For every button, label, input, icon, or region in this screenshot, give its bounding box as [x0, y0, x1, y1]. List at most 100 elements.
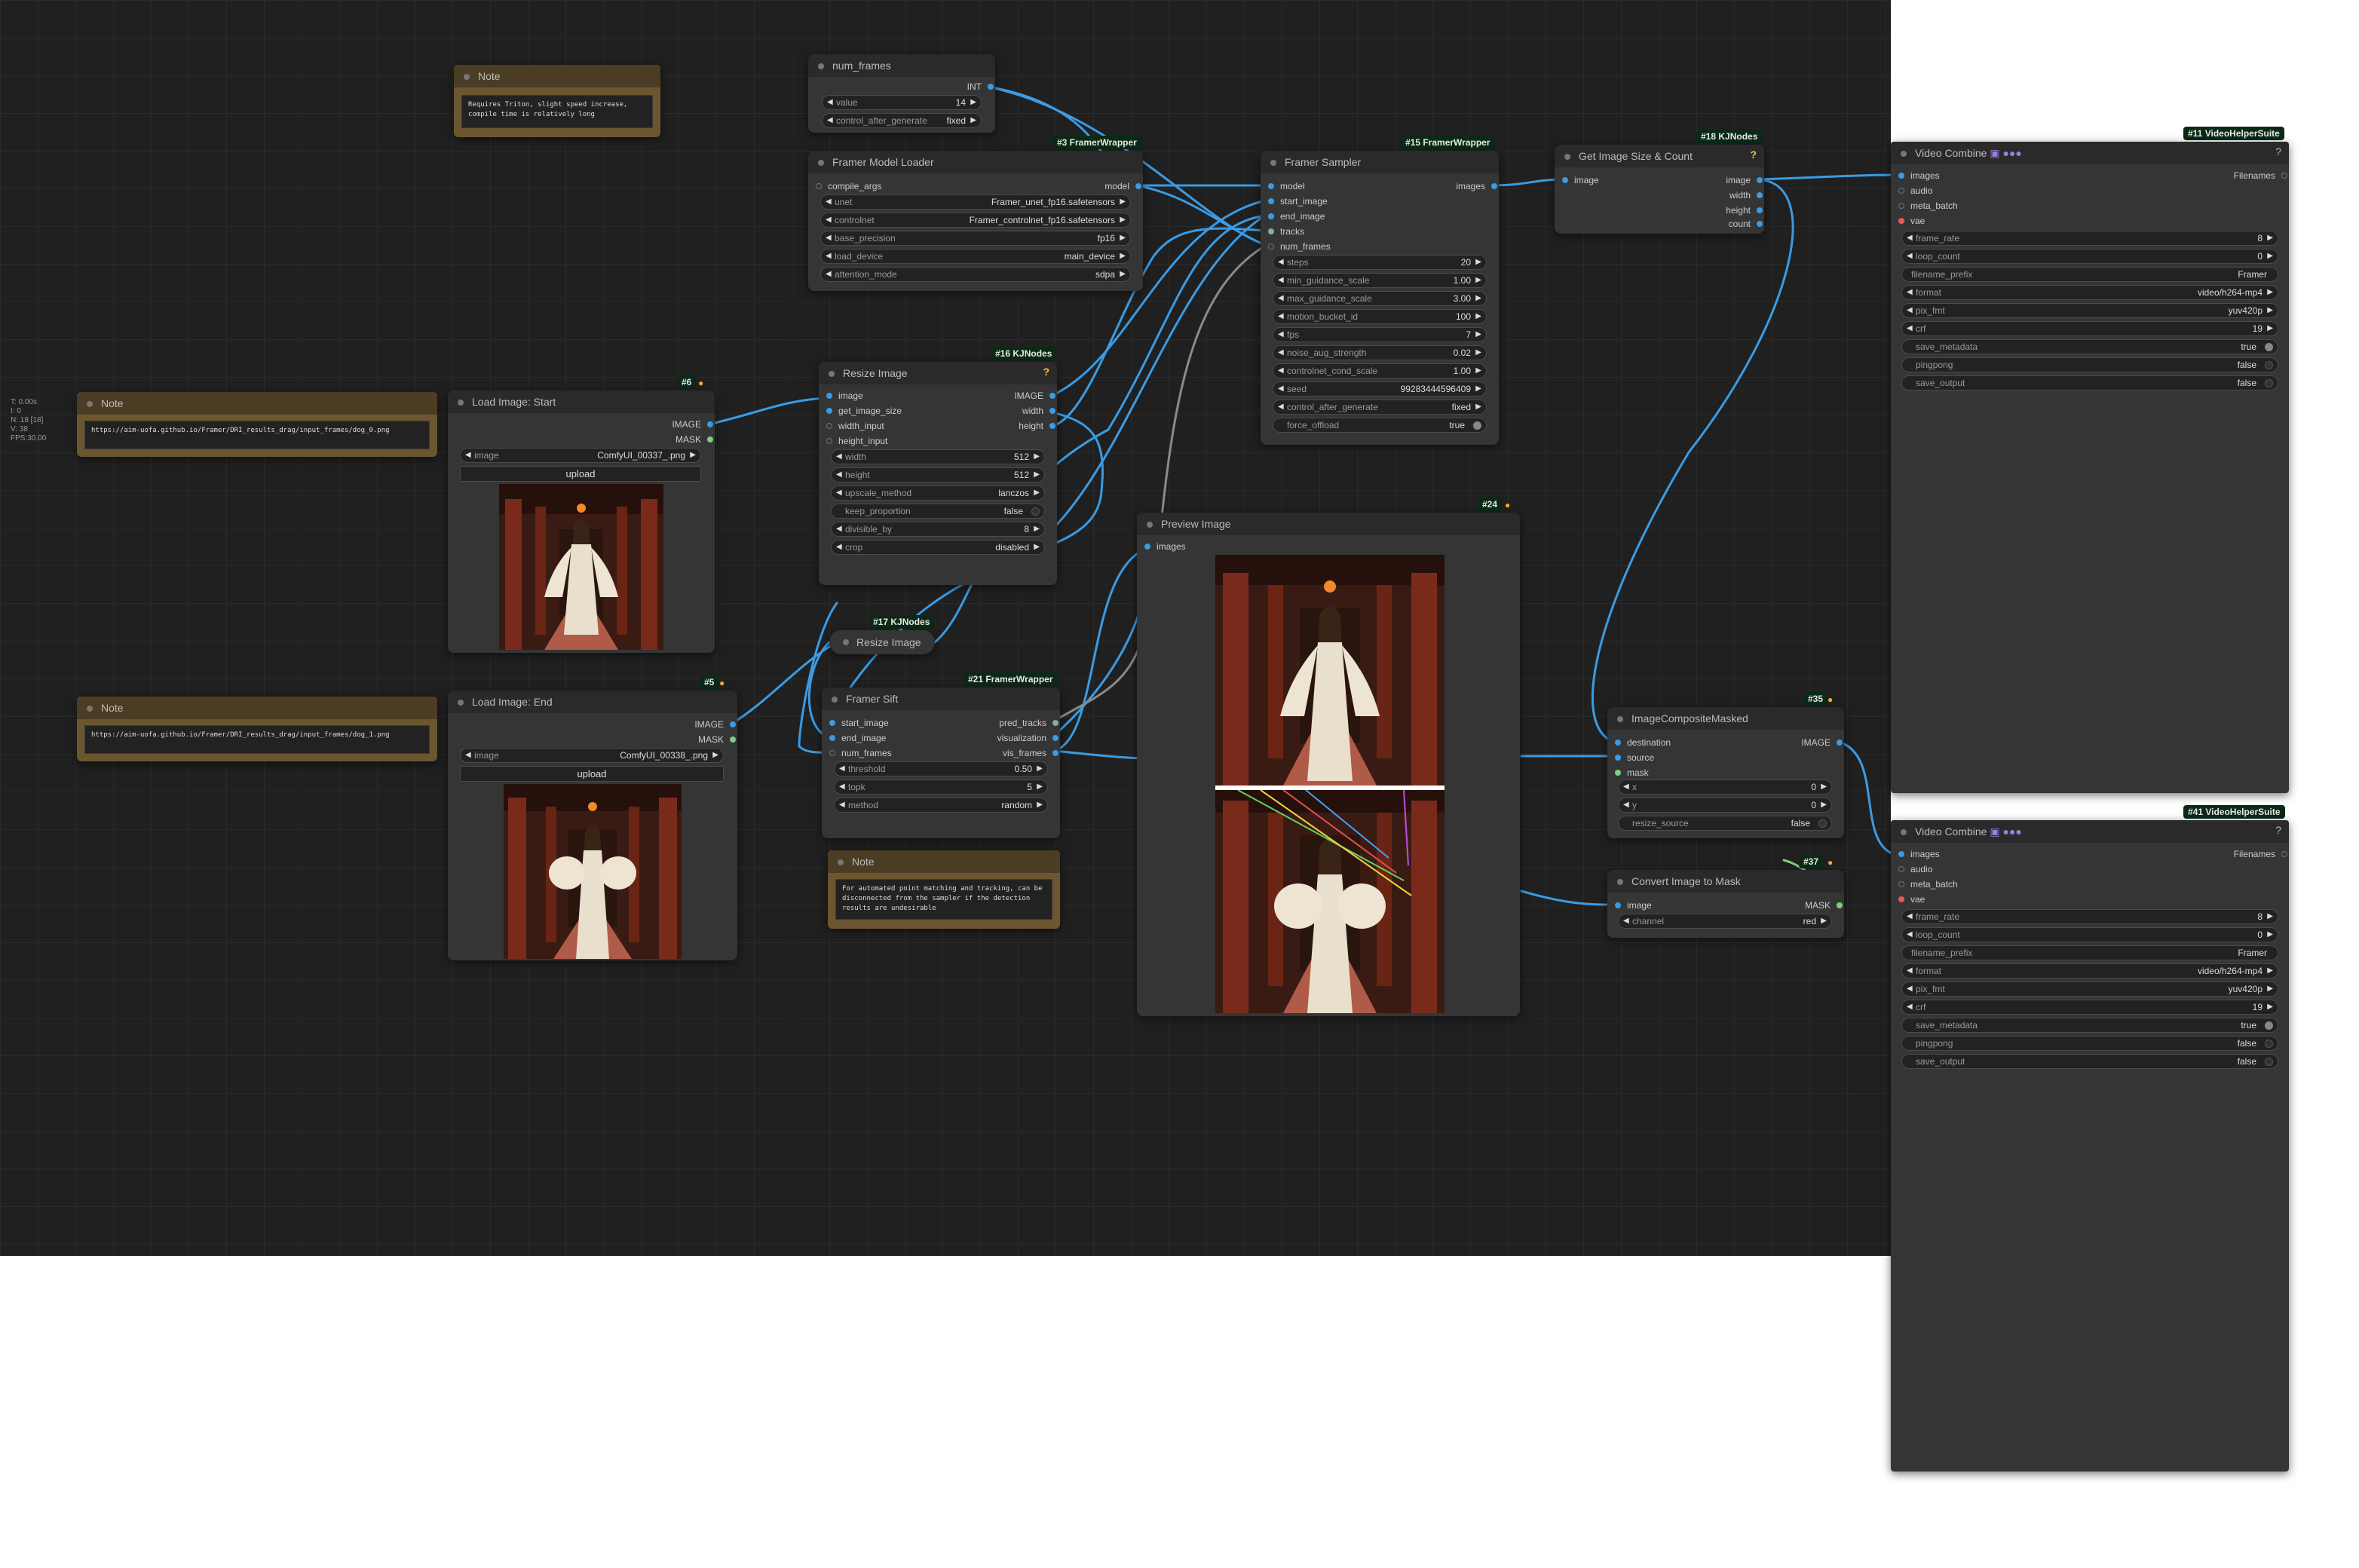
next-arrow-icon[interactable]: ▶ — [712, 749, 718, 762]
next-arrow-icon[interactable]: ▶ — [1034, 468, 1040, 482]
widget-loop-count[interactable]: ◀ loop_count 0 ▶ — [1901, 927, 2278, 942]
input-dot[interactable] — [1144, 544, 1150, 550]
input-dot[interactable] — [1898, 881, 1904, 887]
widget-loop-count[interactable]: ◀ loop_count 0 ▶ — [1901, 249, 2278, 264]
next-arrow-icon[interactable]: ▶ — [1821, 780, 1827, 794]
next-arrow-icon[interactable]: ▶ — [1034, 522, 1040, 536]
toggle-icon[interactable] — [2265, 343, 2273, 351]
input-destination[interactable]: destination — [1613, 737, 1671, 748]
input-dot[interactable] — [829, 750, 835, 756]
next-arrow-icon[interactable]: ▶ — [1475, 382, 1481, 396]
output-dot[interactable] — [707, 421, 713, 427]
toggle-icon[interactable] — [2265, 1040, 2273, 1048]
prev-arrow-icon[interactable]: ◀ — [1907, 910, 1913, 923]
output-mask[interactable]: MASK — [698, 734, 737, 745]
note-text[interactable]: https://aim-uofa.github.io/Framer/DRI_re… — [84, 421, 430, 449]
next-arrow-icon[interactable]: ▶ — [1037, 762, 1043, 776]
prev-arrow-icon[interactable]: ◀ — [826, 195, 832, 209]
next-arrow-icon[interactable]: ▶ — [1475, 346, 1481, 360]
prev-arrow-icon[interactable]: ◀ — [836, 468, 842, 482]
node-get-image-size-count[interactable]: Get Image Size & Count? image image widt… — [1555, 145, 1764, 234]
next-arrow-icon[interactable]: ▶ — [1475, 400, 1481, 414]
output-dot[interactable] — [730, 737, 736, 743]
widget-y[interactable]: ◀ y 0 ▶ — [1618, 798, 1832, 813]
collapse-dot-icon[interactable] — [818, 63, 824, 69]
toggle-icon[interactable] — [1031, 507, 1040, 516]
input-dot[interactable] — [1268, 198, 1274, 204]
output-dot[interactable] — [1052, 735, 1058, 741]
input-start-image[interactable]: start_image — [828, 718, 889, 728]
prev-arrow-icon[interactable]: ◀ — [1278, 382, 1284, 396]
node-preview-image[interactable]: Preview Image images — [1137, 513, 1520, 1016]
node-framer-sift[interactable]: Framer Sift start_image end_image num_fr… — [822, 688, 1060, 838]
next-arrow-icon[interactable]: ▶ — [2267, 910, 2273, 923]
next-arrow-icon[interactable]: ▶ — [1120, 231, 1126, 245]
input-vae[interactable]: vae — [1897, 894, 1925, 905]
prev-arrow-icon[interactable]: ◀ — [1278, 346, 1284, 360]
widget-min-guidance-scale[interactable]: ◀ min_guidance_scale 1.00 ▶ — [1273, 273, 1487, 288]
input-dot[interactable] — [826, 438, 832, 444]
prev-arrow-icon[interactable]: ◀ — [836, 450, 842, 464]
output-mask[interactable]: MASK — [676, 434, 715, 445]
prev-arrow-icon[interactable]: ◀ — [1907, 286, 1913, 299]
widget-topk[interactable]: ◀ topk 5 ▶ — [834, 779, 1048, 795]
prev-arrow-icon[interactable]: ◀ — [826, 213, 832, 227]
widget-pix-fmt[interactable]: ◀ pix_fmt yuv420p ▶ — [1901, 303, 2278, 318]
widget-keep-proportion[interactable]: keep_proportion false — [831, 504, 1045, 519]
widget-max-guidance-scale[interactable]: ◀ max_guidance_scale 3.00 ▶ — [1273, 291, 1487, 306]
next-arrow-icon[interactable]: ▶ — [1821, 914, 1827, 928]
input-dot[interactable] — [1898, 218, 1904, 224]
node-resize-image[interactable]: Resize Image? image get_image_size width… — [819, 362, 1057, 585]
widget-pingpong[interactable]: pingpong false — [1901, 1036, 2278, 1051]
input-dot[interactable] — [826, 393, 832, 399]
input-dot[interactable] — [826, 423, 832, 429]
output-width[interactable]: width — [1022, 406, 1057, 416]
increment-arrow-icon[interactable]: ▶ — [970, 96, 976, 109]
toggle-icon[interactable] — [2265, 1021, 2273, 1030]
next-arrow-icon[interactable]: ▶ — [1475, 292, 1481, 305]
input-dot[interactable] — [1268, 243, 1274, 250]
input-image[interactable]: image — [1613, 900, 1652, 911]
input-end-image[interactable]: end_image — [828, 733, 886, 743]
input-get-image-size[interactable]: get_image_size — [825, 406, 902, 416]
output-dot[interactable] — [988, 84, 994, 90]
input-source[interactable]: source — [1613, 752, 1654, 763]
collapse-dot-icon[interactable] — [464, 74, 470, 80]
widget-save-metadata[interactable]: save_metadata true — [1901, 1018, 2278, 1033]
input-compile-args[interactable]: compile_args — [814, 181, 881, 191]
node-framer-sampler[interactable]: Framer Sampler model start_image end_ima… — [1261, 151, 1499, 445]
output-images[interactable]: images — [1456, 181, 1499, 191]
next-arrow-icon[interactable]: ▶ — [690, 449, 696, 462]
input-vae[interactable]: vae — [1897, 216, 1925, 226]
next-arrow-icon[interactable]: ▶ — [970, 114, 976, 127]
input-end-image[interactable]: end_image — [1267, 211, 1325, 222]
input-dot[interactable] — [1898, 896, 1904, 902]
collapse-dot-icon[interactable] — [1564, 154, 1570, 160]
prev-arrow-icon[interactable]: ◀ — [1907, 231, 1913, 245]
help-icon[interactable]: ? — [1043, 366, 1049, 378]
prev-arrow-icon[interactable]: ◀ — [1278, 364, 1284, 378]
collapse-dot-icon[interactable] — [829, 371, 835, 377]
widget-x[interactable]: ◀ x 0 ▶ — [1618, 779, 1832, 795]
widget-unet[interactable]: ◀ unet Framer_unet_fp16.safetensors ▶ — [820, 194, 1131, 210]
node-framer-model-loader[interactable]: Framer Model Loader compile_args model ◀… — [808, 151, 1143, 291]
prev-arrow-icon[interactable]: ◀ — [1623, 914, 1629, 928]
prev-arrow-icon[interactable]: ◀ — [1907, 322, 1913, 335]
collapse-dot-icon[interactable] — [838, 859, 844, 865]
prev-arrow-icon[interactable]: ◀ — [839, 780, 845, 794]
widget-pingpong[interactable]: pingpong false — [1901, 357, 2278, 372]
output-dot[interactable] — [2281, 173, 2287, 179]
prev-arrow-icon[interactable]: ◀ — [1623, 798, 1629, 812]
note-sift[interactable]: Note For automated point matching and tr… — [828, 850, 1060, 929]
output-dot[interactable] — [1757, 177, 1763, 183]
toggle-icon[interactable] — [2265, 1058, 2273, 1066]
output-dot[interactable] — [1049, 408, 1055, 414]
widget-crf[interactable]: ◀ crf 19 ▶ — [1901, 1000, 2278, 1015]
output-filenames[interactable]: Filenames — [2234, 849, 2289, 859]
output-height[interactable]: height — [1726, 205, 1764, 216]
node-video-combine-2[interactable]: Video Combine ▣ ●●●? images audio meta_bat… — [1891, 820, 2289, 1472]
output-dot[interactable] — [730, 721, 736, 727]
collapse-dot-icon[interactable] — [1147, 522, 1153, 528]
input-dot[interactable] — [1898, 188, 1904, 194]
help-icon[interactable]: ? — [2275, 824, 2281, 836]
